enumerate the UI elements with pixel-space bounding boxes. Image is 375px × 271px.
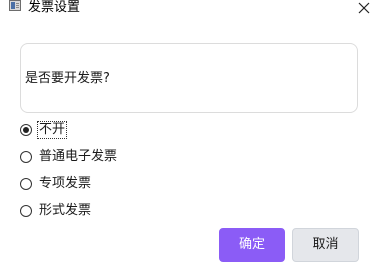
close-button[interactable] — [356, 0, 372, 16]
radio-option-none[interactable]: 不开 — [20, 121, 68, 139]
app-window-icon — [9, 0, 21, 11]
confirm-button[interactable]: 确定 — [219, 228, 285, 262]
radio-option-proforma-invoice[interactable]: 形式发票 — [20, 202, 91, 220]
window-title: 发票设置 — [28, 0, 81, 15]
radio-button[interactable] — [20, 178, 32, 190]
question-panel: 是否要开发票? — [20, 43, 358, 113]
radio-button[interactable] — [20, 205, 32, 217]
invoice-settings-dialog: 发票设置 是否要开发票? 不开 普通电子发票 专项发票 形式发票 确定 取消 — [0, 0, 375, 271]
radio-button[interactable] — [20, 124, 32, 136]
title-bar: 发票设置 — [0, 0, 375, 18]
radio-option-special-invoice[interactable]: 专项发票 — [20, 175, 91, 193]
radio-option-label: 专项发票 — [39, 176, 92, 191]
radio-option-electronic-invoice[interactable]: 普通电子发票 — [20, 148, 117, 166]
radio-button[interactable] — [20, 151, 32, 163]
close-icon — [358, 2, 370, 14]
radio-option-label: 不开 — [36, 121, 68, 139]
radio-option-label: 普通电子发票 — [39, 149, 118, 164]
radio-option-label: 形式发票 — [39, 203, 92, 218]
question-text: 是否要开发票? — [25, 71, 110, 86]
cancel-button[interactable]: 取消 — [292, 228, 359, 262]
